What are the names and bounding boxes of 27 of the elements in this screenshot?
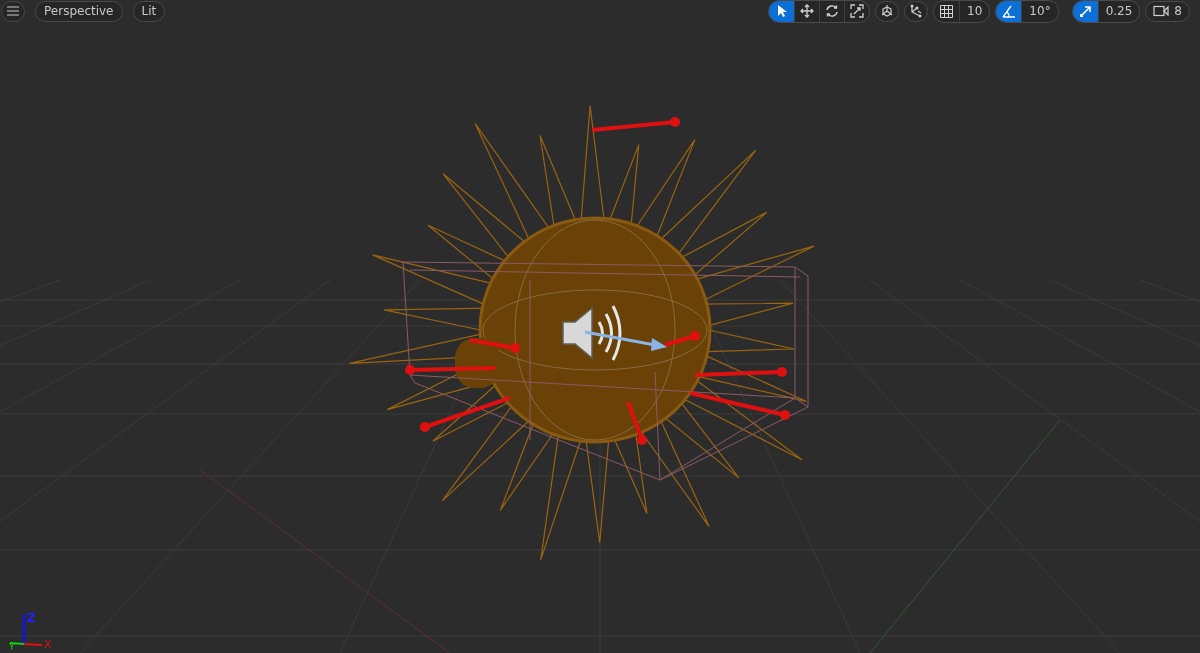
scale-icon: [850, 4, 865, 18]
speaker-icon: [562, 304, 622, 362]
z-axis-label: Z: [27, 611, 36, 625]
direction-arrow-icon: [584, 330, 667, 351]
rotate-icon: [825, 4, 840, 18]
select-tool-button[interactable]: [769, 0, 795, 22]
rotation-snap-toggle[interactable]: [996, 0, 1022, 22]
camera-icon: [1153, 5, 1170, 17]
diagonal-arrow-icon: [1078, 4, 1092, 18]
view-mode-button[interactable]: Lit: [132, 0, 166, 22]
rotation-snap-value[interactable]: 10°: [1021, 0, 1058, 22]
scale-snap-value[interactable]: 0.25: [1097, 0, 1140, 22]
scale-snap-toggle[interactable]: [1072, 0, 1098, 22]
angle-icon: [1001, 4, 1016, 18]
view-mode-button[interactable]: Perspective: [35, 0, 123, 22]
cursor-icon: [775, 4, 788, 18]
camera-speed-button[interactable]: 8: [1145, 0, 1190, 22]
grid-snap-value[interactable]: 10: [959, 0, 990, 22]
move-icon: [800, 4, 815, 18]
grid-icon: [940, 4, 954, 18]
x-axis-label: X: [44, 638, 52, 651]
menu-icon: [7, 6, 19, 16]
surface-snap-button[interactable]: [904, 0, 929, 22]
menu-button[interactable]: [1, 0, 25, 22]
local-space-button[interactable]: [875, 0, 900, 22]
cube-axes-icon: [880, 4, 895, 18]
snap-nodes-icon: [909, 4, 924, 18]
